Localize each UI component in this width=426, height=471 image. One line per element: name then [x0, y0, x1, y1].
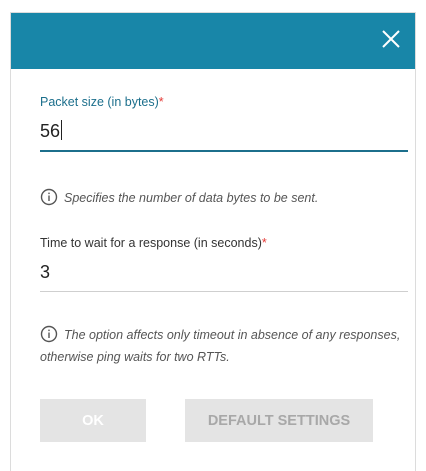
timeout-underline: [40, 291, 408, 292]
default-settings-button[interactable]: DEFAULT SETTINGS: [185, 399, 373, 442]
ok-button[interactable]: OK: [40, 399, 146, 442]
packet-size-hint: Specifies the number of data bytes to be…: [40, 187, 410, 209]
packet-size-input[interactable]: 56: [40, 119, 408, 143]
info-icon: [40, 188, 58, 206]
required-mark: *: [158, 95, 164, 109]
timeout-hint: The option affects only timeout in absen…: [40, 324, 410, 368]
close-icon[interactable]: [379, 27, 403, 51]
required-mark: *: [261, 236, 267, 250]
timeout-input[interactable]: 3: [40, 260, 408, 284]
packet-size-field[interactable]: Packet size (in bytes)* 56: [40, 95, 408, 152]
text-caret: [61, 120, 63, 140]
dialog-header: [11, 13, 415, 69]
info-icon: [40, 325, 58, 343]
packet-size-label: Packet size (in bytes)*: [40, 95, 164, 109]
timeout-field[interactable]: Time to wait for a response (in seconds)…: [40, 236, 408, 292]
packet-size-underline: [40, 150, 408, 152]
timeout-label: Time to wait for a response (in seconds)…: [40, 236, 267, 250]
ping-settings-dialog: Packet size (in bytes)* 56 Specifies the…: [10, 12, 416, 471]
